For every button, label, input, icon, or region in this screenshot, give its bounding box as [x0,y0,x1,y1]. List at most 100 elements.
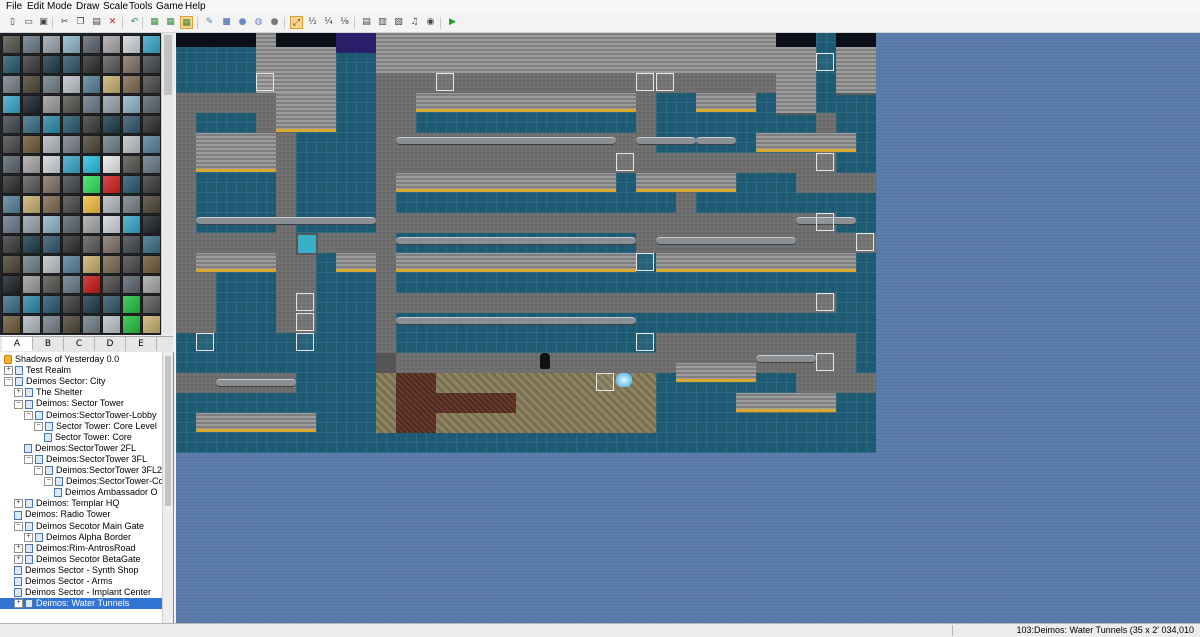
tree-item[interactable]: + The Shelter [14,387,83,398]
tree-item[interactable]: + Deimos:Rim-AntrosRoad [14,543,136,554]
expander-icon[interactable]: − [44,477,53,487]
tile-6-6[interactable] [122,155,141,174]
tile-6-5[interactable] [102,155,121,174]
tile-9-3[interactable] [62,215,81,234]
tile-0-0[interactable] [2,35,21,54]
tile-10-2[interactable] [42,235,61,254]
tile-6-4[interactable] [82,155,101,174]
tile-2-4[interactable] [82,75,101,94]
tile-8-0[interactable] [2,195,21,214]
expander-icon[interactable]: + [14,599,23,609]
expander-icon[interactable]: + [4,366,13,376]
tile-11-6[interactable] [122,255,141,274]
tile-10-5[interactable] [102,235,121,254]
ellipse-icon[interactable]: ● [236,16,249,29]
zoom-1-8-icon[interactable]: ⅛ [338,16,351,29]
expander-icon[interactable]: − [34,421,43,431]
tree-scroll-thumb[interactable] [165,356,171,506]
tile-12-2[interactable] [42,275,61,294]
tree-item[interactable]: Shadows of Yesterday 0.0 [4,354,119,365]
tree-item[interactable]: − Deimos Secotor Main Gate [14,521,144,532]
expander-icon[interactable]: − [14,521,23,531]
expander-icon[interactable]: − [34,466,43,476]
map-canvas[interactable] [176,33,876,453]
tile-10-1[interactable] [22,235,41,254]
tree-item[interactable]: − Deimos: Sector Tower [14,398,124,409]
tile-1-4[interactable] [82,55,101,74]
tile-9-7[interactable] [142,215,161,234]
tile-8-5[interactable] [102,195,121,214]
menu-file[interactable]: File [6,1,22,12]
tree-item[interactable]: Deimos Sector - Arms [14,576,113,587]
menu-draw[interactable]: Draw [76,1,99,12]
tile-12-6[interactable] [122,275,141,294]
material-icon[interactable]: ▥ [376,16,389,29]
menu-game[interactable]: Game [156,1,183,12]
tile-1-0[interactable] [2,55,21,74]
menu-tools[interactable]: Tools [129,1,152,12]
tile-9-5[interactable] [102,215,121,234]
zoom-1-2-icon[interactable]: ½ [306,16,319,29]
tile-0-5[interactable] [102,35,121,54]
tile-2-1[interactable] [22,75,41,94]
tile-13-6[interactable] [122,295,141,314]
tile-2-5[interactable] [102,75,121,94]
tile-7-7[interactable] [142,175,161,194]
tile-7-1[interactable] [22,175,41,194]
script-editor-icon[interactable]: ▧ [392,16,405,29]
tile-13-4[interactable] [82,295,101,314]
tile-9-4[interactable] [82,215,101,234]
tree-item[interactable]: − Deimos:SectorTower-Cou [44,476,169,487]
tile-8-6[interactable] [122,195,141,214]
tile-9-6[interactable] [122,215,141,234]
tree-item[interactable]: Deimos: Radio Tower [14,509,110,520]
tree-item[interactable]: − Deimos:SectorTower 3FL2 [34,465,162,476]
tile-5-2[interactable] [42,135,61,154]
tree-item[interactable]: Deimos Sector - Implant Center [14,587,151,598]
tile-8-7[interactable] [142,195,161,214]
tile-3-0[interactable] [2,95,21,114]
tree-item[interactable]: + Test Realm [4,365,71,376]
tile-4-2[interactable] [42,115,61,134]
tree-item[interactable]: − Sector Tower: Core Level [34,421,157,432]
zoom-1-4-icon[interactable]: ¼ [322,16,335,29]
tile-12-0[interactable] [2,275,21,294]
expander-icon[interactable]: − [14,399,23,409]
tree-item[interactable]: + Deimos Secotor BetaGate [14,554,141,565]
tile-1-3[interactable] [62,55,81,74]
tree-item[interactable]: Sector Tower: Core [44,432,132,443]
tile-13-2[interactable] [42,295,61,314]
playtest-icon[interactable]: ▶ [446,16,459,29]
tile-1-7[interactable] [142,55,161,74]
tile-2-0[interactable] [2,75,21,94]
tab-d[interactable]: D [95,337,126,351]
expander-icon[interactable]: + [24,532,33,542]
tile-7-3[interactable] [62,175,81,194]
tile-7-4[interactable] [82,175,101,194]
tile-7-0[interactable] [2,175,21,194]
tile-12-4[interactable] [82,275,101,294]
tile-11-1[interactable] [22,255,41,274]
tile-1-1[interactable] [22,55,41,74]
tile-11-0[interactable] [2,255,21,274]
tile-14-1[interactable] [22,315,41,334]
tile-4-0[interactable] [2,115,21,134]
layer3-icon[interactable]: ▦ [180,16,193,29]
tile-11-4[interactable] [82,255,101,274]
zoom-1-1-icon[interactable]: ⤢ [290,16,303,29]
tree-item[interactable]: + Deimos: Water Tunnels [0,598,172,610]
tile-12-3[interactable] [62,275,81,294]
tile-5-1[interactable] [22,135,41,154]
tile-8-3[interactable] [62,195,81,214]
tile-8-4[interactable] [82,195,101,214]
layer1-icon[interactable]: ▦ [148,16,161,29]
palette-scrollbar[interactable] [161,33,174,335]
tile-4-4[interactable] [82,115,101,134]
undo-icon[interactable]: ↶ [128,16,141,29]
tile-10-0[interactable] [2,235,21,254]
tile-12-5[interactable] [102,275,121,294]
tile-13-0[interactable] [2,295,21,314]
tile-4-1[interactable] [22,115,41,134]
paste-icon[interactable]: ▤ [90,16,103,29]
tab-c[interactable]: C [64,337,95,351]
